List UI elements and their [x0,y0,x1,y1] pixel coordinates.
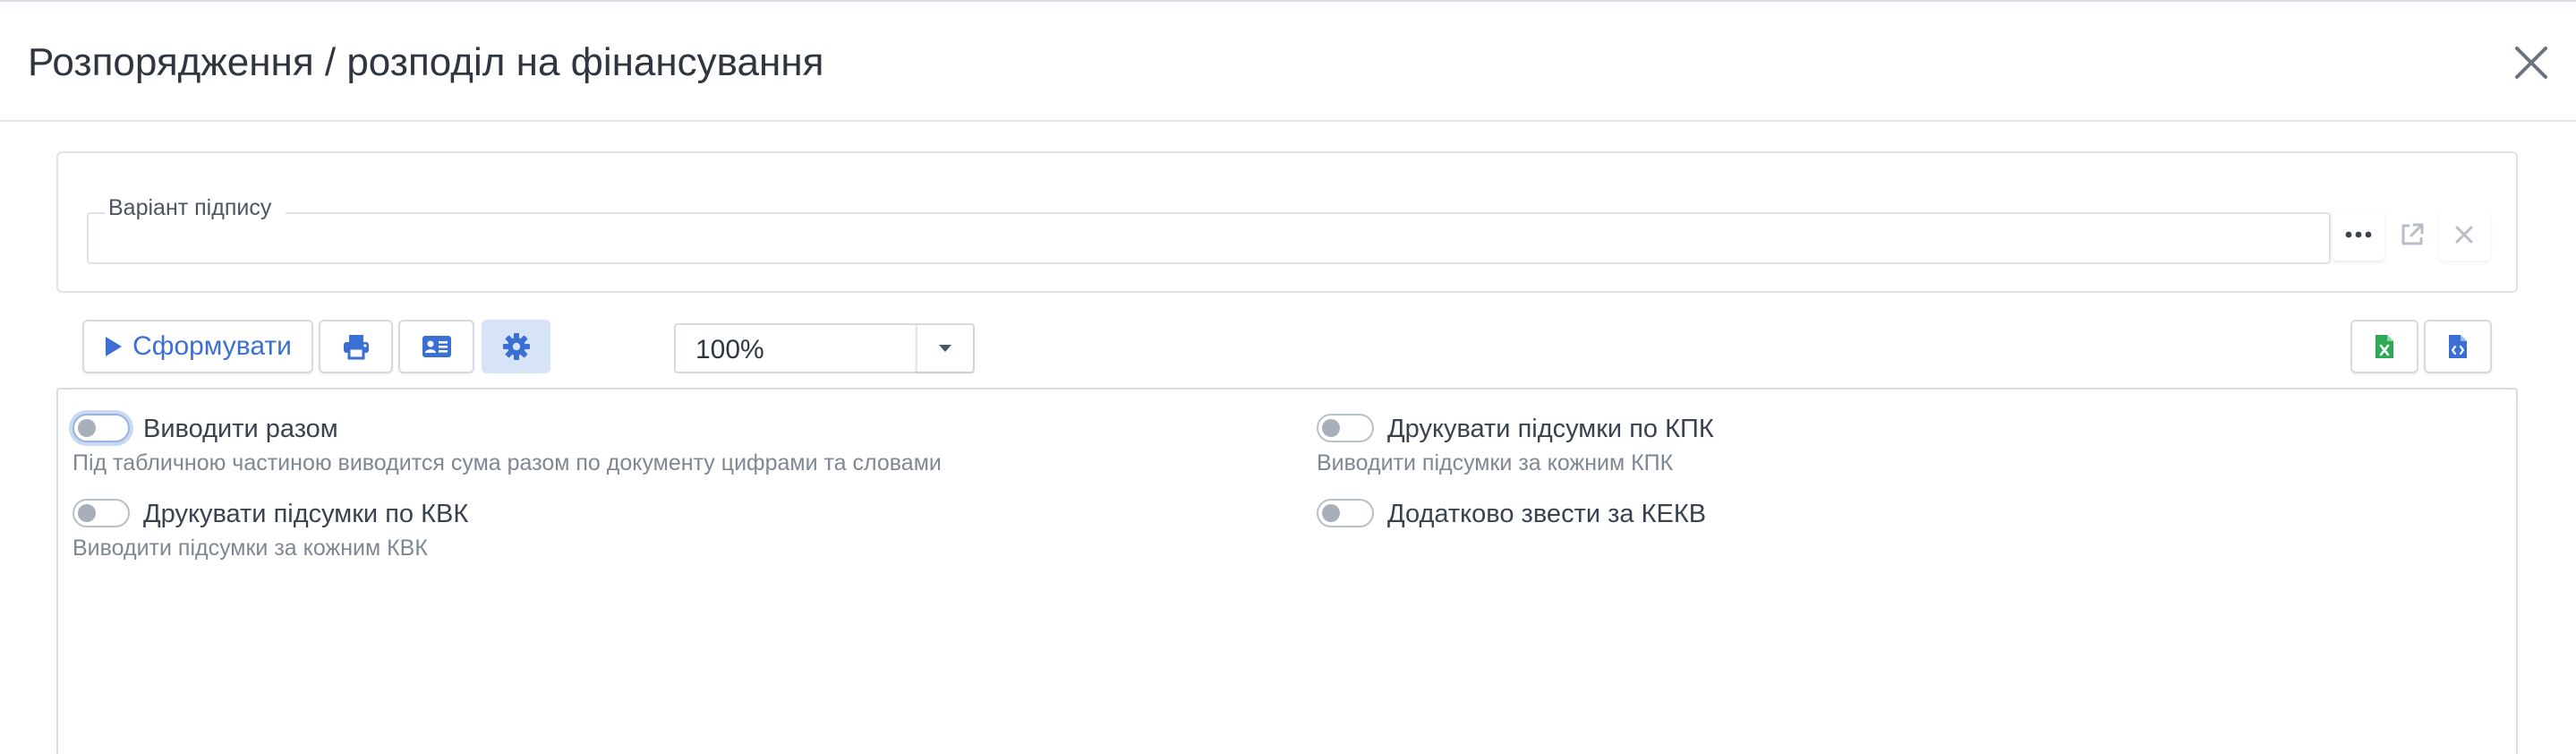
close-icon [2455,226,2473,244]
excel-file-icon [2376,335,2393,358]
option-label: Виводити разом [143,415,338,443]
dialog-title: Розпорядження / розподіл на фінансування [28,40,824,84]
close-button[interactable] [2510,41,2553,84]
code-file-icon [2449,335,2467,358]
caret-down-icon [939,345,951,352]
signature-open-button[interactable] [2386,209,2438,261]
ellipsis-icon [2345,231,2372,238]
play-icon [106,337,123,356]
signature-panel: Варіант підпису [56,151,2518,293]
signature-field: Варіант підпису [87,194,2331,264]
generate-button[interactable]: Сформувати [82,320,313,373]
export-code-button[interactable] [2424,320,2492,373]
toggle-group-kekv[interactable] [1317,499,1374,527]
gear-icon [502,333,530,360]
zoom-value: 100% [695,335,764,364]
zoom-dropdown-button[interactable] [916,325,973,372]
toggle-print-kvk-totals[interactable] [73,499,130,527]
zoom-select[interactable]: 100% [674,323,975,373]
option-label: Друкувати підсумки по КВК [143,500,469,528]
toggle-print-kpk-totals[interactable] [1317,414,1374,442]
card-button[interactable] [398,320,474,373]
external-link-icon [2401,223,2424,245]
signature-select-button[interactable] [2333,209,2384,261]
toggle-print-total[interactable] [73,414,130,442]
generate-button-label: Сформувати [132,331,292,361]
id-card-icon [422,336,451,357]
settings-button[interactable] [482,320,550,373]
dialog-header: Розпорядження / розподіл на фінансування [0,2,2576,122]
option-description: Виводити підсумки за кожним КПК [1317,450,1674,476]
signature-input[interactable] [89,214,2329,262]
printer-icon [343,335,369,360]
options-panel: Виводити разом Під табличною частиною ви… [56,388,2518,754]
option-description: Під табличною частиною виводится сума ра… [73,450,942,476]
option-label: Друкувати підсумки по КПК [1387,415,1714,443]
export-excel-button[interactable] [2350,320,2418,373]
signature-clear-button[interactable] [2438,209,2490,261]
option-label: Додатково звести за КЕКВ [1387,500,1707,528]
close-icon [2515,47,2547,79]
option-description: Виводити підсумки за кожним КВК [73,536,428,561]
print-button[interactable] [319,320,393,373]
